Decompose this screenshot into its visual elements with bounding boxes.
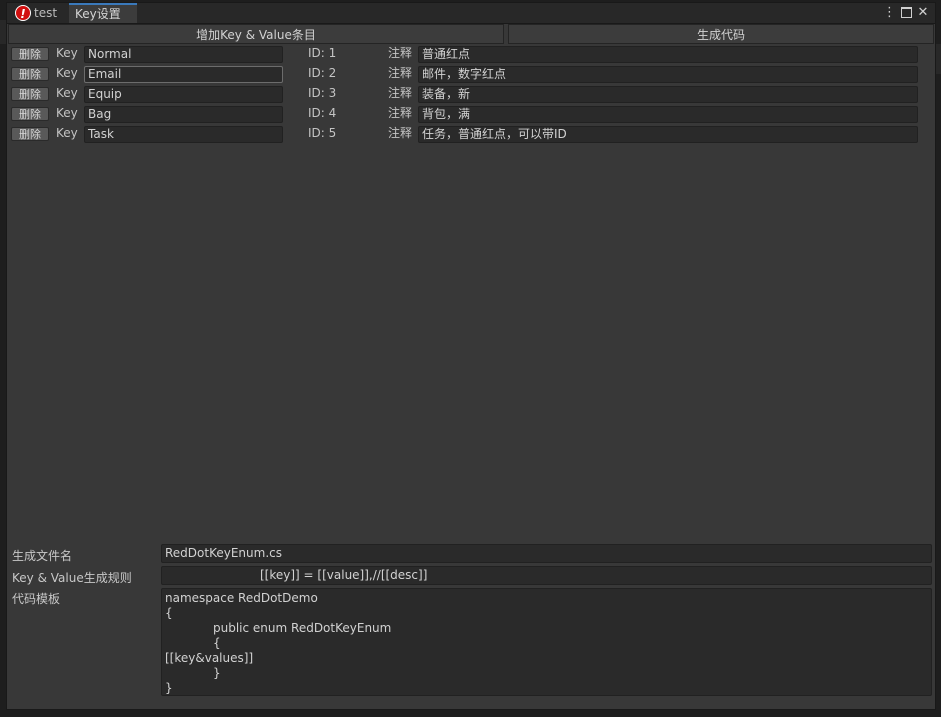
delete-button[interactable]: 删除 (11, 127, 49, 141)
note-label: 注释 (388, 126, 413, 140)
background-editor-strip (936, 44, 941, 74)
note-input[interactable]: 邮件，数字红点 (418, 66, 918, 83)
rule-label: Key & Value生成规则 (12, 571, 132, 585)
entry-row: 删除 Key Task ID: 5 注释 任务，普通红点，可以带ID (8, 124, 934, 144)
id-label: ID: 4 (308, 106, 337, 120)
key-input[interactable]: Normal (84, 46, 283, 63)
template-line: [[key&values]] (165, 651, 254, 665)
note-input[interactable]: 任务，普通红点，可以带ID (418, 126, 918, 143)
template-line: } (213, 666, 221, 680)
key-input[interactable]: Email (84, 66, 283, 83)
code-template-field[interactable]: namespace RedDotDemo { public enum RedDo… (161, 588, 932, 696)
note-input[interactable]: 背包，满 (418, 106, 918, 123)
tab-bar: ! test Key设置 ⋮ ✕ (7, 3, 935, 24)
rule-text: [[key]] = [[value]],//[[desc]] (260, 568, 428, 582)
template-line: { (165, 606, 173, 620)
editor-window: ! test Key设置 ⋮ ✕ 增加Key & Value条目 生成代码 删除… (6, 2, 936, 710)
delete-button[interactable]: 删除 (11, 107, 49, 121)
key-label: Key (56, 66, 78, 80)
note-label: 注释 (388, 106, 413, 120)
note-label: 注释 (388, 46, 413, 60)
app-logo-icon: ! (15, 5, 31, 21)
generation-settings: 生成文件名 RedDotKeyEnum.cs Key & Value生成规则 [… (8, 542, 934, 708)
generate-code-button[interactable]: 生成代码 (508, 24, 934, 44)
id-label: ID: 5 (308, 126, 337, 140)
entry-row: 删除 Key Email ID: 2 注释 邮件，数字红点 (8, 64, 934, 84)
tab-test-label: test (34, 6, 58, 20)
note-label: 注释 (388, 66, 413, 80)
template-line: } (165, 681, 173, 695)
kebab-menu-icon[interactable]: ⋮ (883, 3, 896, 23)
file-name-field[interactable]: RedDotKeyEnum.cs (161, 544, 932, 563)
rule-field[interactable]: [[key]] = [[value]],//[[desc]] (161, 566, 932, 585)
template-line: { (213, 636, 221, 650)
close-icon[interactable]: ✕ (916, 3, 930, 23)
tab-key-settings-label: Key设置 (75, 7, 121, 21)
id-label: ID: 2 (308, 66, 337, 80)
delete-button[interactable]: 删除 (11, 47, 49, 61)
template-line: namespace RedDotDemo (165, 591, 318, 605)
toolbar: 增加Key & Value条目 生成代码 (8, 24, 934, 44)
id-label: ID: 3 (308, 86, 337, 100)
entry-list: 删除 Key Normal ID: 1 注释 普通红点 删除 Key Email… (8, 44, 934, 144)
note-input[interactable]: 装备，新 (418, 86, 918, 103)
key-label: Key (56, 86, 78, 100)
entry-row: 删除 Key Equip ID: 3 注释 装备，新 (8, 84, 934, 104)
entry-row: 删除 Key Bag ID: 4 注释 背包，满 (8, 104, 934, 124)
key-label: Key (56, 106, 78, 120)
id-label: ID: 1 (308, 46, 337, 60)
template-line: public enum RedDotKeyEnum (213, 621, 392, 635)
delete-button[interactable]: 删除 (11, 87, 49, 101)
key-input[interactable]: Task (84, 126, 283, 143)
add-entry-button[interactable]: 增加Key & Value条目 (8, 24, 504, 44)
key-input[interactable]: Bag (84, 106, 283, 123)
note-label: 注释 (388, 86, 413, 100)
note-input[interactable]: 普通红点 (418, 46, 918, 63)
tab-key-settings[interactable]: Key设置 (69, 3, 137, 23)
key-input[interactable]: Equip (84, 86, 283, 103)
window-content: 增加Key & Value条目 生成代码 删除 Key Normal ID: 1… (8, 24, 934, 708)
maximize-icon[interactable] (899, 3, 913, 23)
file-name-label: 生成文件名 (12, 549, 73, 563)
key-label: Key (56, 46, 78, 60)
delete-button[interactable]: 删除 (11, 67, 49, 81)
key-label: Key (56, 126, 78, 140)
template-label: 代码模板 (12, 592, 61, 606)
tab-test[interactable]: ! test (9, 3, 67, 23)
entry-row: 删除 Key Normal ID: 1 注释 普通红点 (8, 44, 934, 64)
